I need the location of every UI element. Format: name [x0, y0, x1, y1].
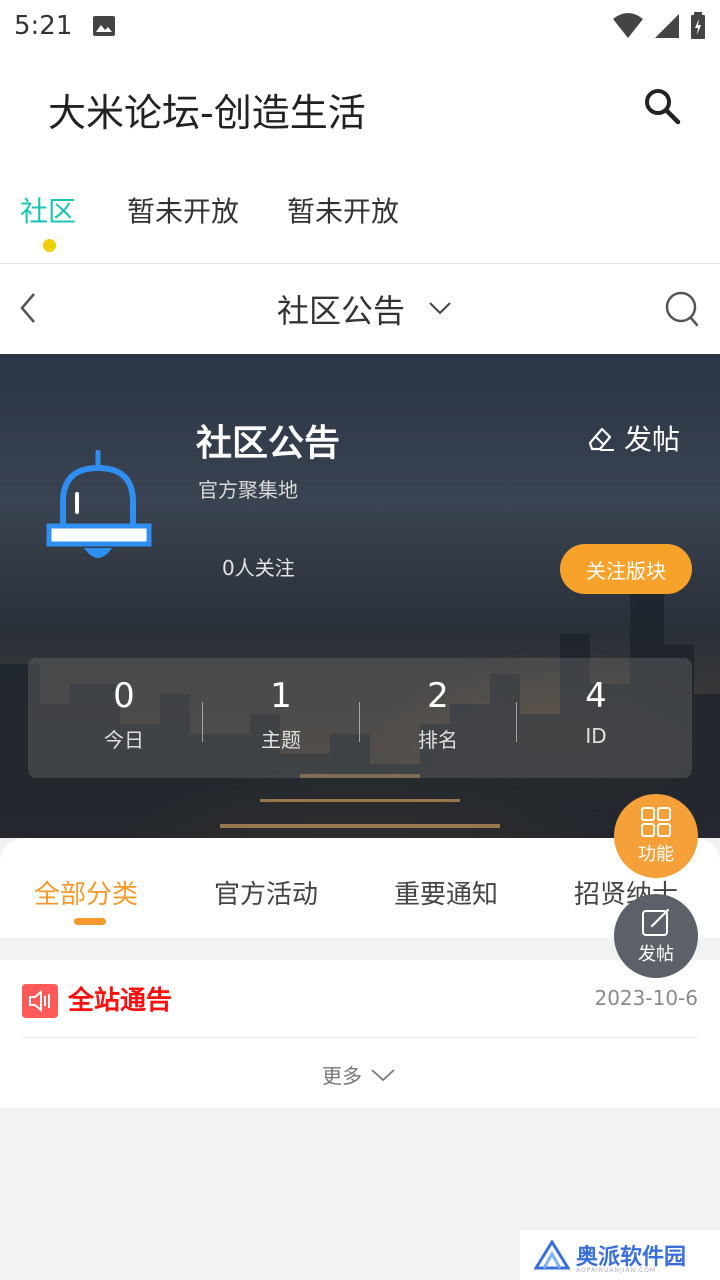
- forum-description: 官方聚集地: [198, 478, 298, 502]
- category-tab-important-notices[interactable]: 重要通知: [394, 874, 498, 911]
- wifi-icon: [613, 13, 643, 38]
- section-title[interactable]: 社区公告: [277, 286, 405, 332]
- status-bar: 5:21: [0, 0, 720, 52]
- notice-title: 全站通告: [68, 986, 173, 1016]
- notice-date: 2023-10-6: [594, 986, 698, 1010]
- battery-icon: [691, 12, 705, 39]
- new-post-label: 发帖: [624, 423, 681, 456]
- stat-id-label: ID: [585, 724, 607, 748]
- stat-id-value: 4: [585, 676, 607, 716]
- content-area: 全部分类 官方活动 重要通知 招贤纳士 全站通告 2023-10-6 更多: [0, 838, 720, 1280]
- functions-fab[interactable]: 功能: [614, 794, 698, 878]
- section-nav-bar: 社区公告: [0, 264, 720, 354]
- new-post-fab[interactable]: 发帖: [614, 894, 698, 978]
- forum-name: 社区公告: [196, 423, 341, 464]
- watermark-subtext: AOPAIRUANJIAN.COM: [576, 1267, 657, 1274]
- stat-rank-value: 2: [427, 676, 449, 716]
- category-tab-all[interactable]: 全部分类: [34, 874, 138, 911]
- stat-today-label: 今日: [104, 728, 144, 752]
- more-button[interactable]: 更多: [322, 1060, 396, 1089]
- watermark: 奥派软件园 AOPAIRUANJIAN.COM: [520, 1230, 720, 1280]
- new-post-link[interactable]: 发帖: [586, 418, 680, 458]
- app-title: 大米论坛-创造生活: [48, 91, 366, 135]
- stat-topics-value: 1: [270, 676, 292, 716]
- announcement-speaker-icon: [22, 984, 58, 1018]
- functions-fab-label: 功能: [638, 844, 674, 865]
- bell-icon: [46, 450, 152, 558]
- chevron-down-icon: [371, 1068, 395, 1081]
- app-bar: 大米论坛-创造生活: [0, 52, 720, 160]
- follower-count: 0人关注: [222, 556, 295, 580]
- stat-topics: 1 主题: [201, 676, 361, 753]
- tab-community[interactable]: 社区: [20, 190, 76, 230]
- tab-not-open-1[interactable]: 暂未开放: [127, 190, 239, 230]
- edit-square-icon: [642, 908, 670, 936]
- forum-stats-panel: 0 今日 1 主题 2 排名 4 ID: [28, 658, 692, 778]
- tab-not-open-2[interactable]: 暂未开放: [287, 190, 399, 230]
- new-post-fab-label: 发帖: [638, 944, 674, 965]
- signal-icon: [655, 14, 679, 38]
- top-tabs: 社区 暂未开放 暂未开放: [0, 160, 720, 264]
- status-time: 5:21: [14, 11, 73, 41]
- section-search-icon[interactable]: [664, 290, 700, 328]
- list-item[interactable]: 全站通告 2023-10-6: [22, 960, 698, 1038]
- search-icon[interactable]: [642, 86, 682, 126]
- eraser-pen-icon: [588, 427, 614, 451]
- follow-section-button[interactable]: 关注版块: [560, 544, 692, 594]
- stat-rank-label: 排名: [418, 728, 458, 752]
- watermark-logo-icon: [534, 1240, 570, 1270]
- category-tabs: 全部分类 官方活动 重要通知 招贤纳士: [0, 838, 720, 938]
- image-notification-icon: [93, 16, 116, 36]
- forum-header-banner: 社区公告 官方聚集地 发帖 0人关注 关注版块 0 今日 1 主题 2 排名 4…: [0, 354, 720, 854]
- back-arrow-icon[interactable]: [14, 288, 44, 328]
- stat-rank: 2 排名: [358, 676, 518, 753]
- notice-list: 全站通告 2023-10-6 更多: [0, 960, 720, 1108]
- more-label: 更多: [322, 1064, 362, 1088]
- category-tab-official-events[interactable]: 官方活动: [214, 874, 318, 911]
- chevron-down-icon[interactable]: [426, 298, 454, 318]
- active-category-indicator: [74, 918, 106, 925]
- grid-icon: [641, 807, 671, 837]
- active-tab-indicator: [43, 239, 56, 252]
- stat-today-value: 0: [113, 676, 135, 716]
- stat-id: 4 ID: [516, 676, 676, 748]
- stat-today: 0 今日: [44, 676, 204, 753]
- stat-topics-label: 主题: [261, 728, 301, 752]
